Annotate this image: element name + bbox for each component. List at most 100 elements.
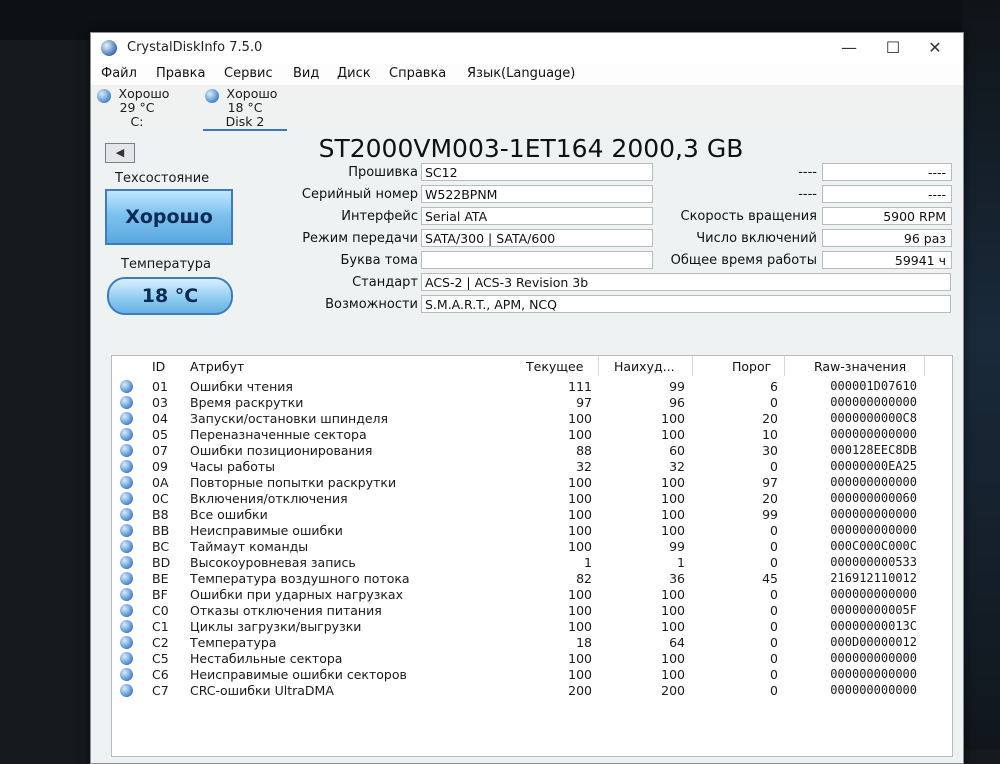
attribute-id: C1: [152, 619, 169, 634]
table-row[interactable]: 04 Запуски/остановки шпинделя 100 100 20 0000…: [112, 410, 952, 426]
attribute-name: Включения/отключения: [190, 491, 348, 506]
table-row[interactable]: C7 CRC-ошибки UltraDMA 200 200 0 000000000000: [112, 682, 952, 698]
table-row[interactable]: BC Таймаут команды 100 99 0 000C000C000C: [112, 538, 952, 554]
attribute-threshold: 20: [762, 491, 778, 506]
attribute-current: 111: [568, 379, 592, 394]
menu-edit[interactable]: Правка: [156, 66, 205, 81]
attribute-worst: 36: [669, 571, 685, 586]
disk-tab-temp: 18 °C: [227, 100, 263, 115]
menu-help[interactable]: Справка: [389, 66, 446, 81]
table-row[interactable]: BF Ошибки при ударных нагрузках 100 100 0 000…: [112, 586, 952, 602]
attribute-name: Температура воздушного потока: [190, 571, 410, 586]
column-header-worst[interactable]: Наихуд...: [614, 359, 675, 374]
disk-tab-disk2[interactable]: Хорошо 18 °C Disk 2: [203, 87, 287, 131]
status-good-icon: [120, 508, 133, 521]
health-label: Техсостояние: [115, 171, 210, 186]
attribute-name: Повторные попытки раскрутки: [190, 475, 397, 490]
table-row[interactable]: C6 Неисправимые ошибки секторов 100 100 0 000…: [112, 666, 952, 682]
attribute-raw: 000000000000: [830, 475, 917, 489]
stat-placeholder-2-label: ----: [798, 187, 817, 202]
menu-view[interactable]: Вид: [293, 66, 319, 81]
crystaldiskinfo-window: CrystalDiskInfo 7.5.0 — ☐ ✕ Файл Правка …: [90, 32, 964, 764]
attribute-current: 100: [568, 667, 592, 682]
table-row[interactable]: 03 Время раскрутки 97 96 0 000000000000: [112, 394, 952, 410]
column-header-raw[interactable]: Raw-значения: [814, 359, 906, 374]
attribute-threshold: 0: [770, 651, 778, 666]
table-row[interactable]: 09 Часы работы 32 32 0 00000000EA25: [112, 458, 952, 474]
menu-file[interactable]: Файл: [101, 66, 137, 81]
attribute-worst: 100: [661, 507, 685, 522]
disk-tab-name: Disk 2: [225, 114, 265, 129]
attribute-current: 200: [568, 683, 592, 698]
attribute-raw: 00000000013C: [830, 619, 917, 633]
attribute-raw: 216912110012: [830, 571, 917, 585]
column-header-id[interactable]: ID: [152, 359, 165, 374]
status-good-icon: [120, 428, 133, 441]
attribute-id: BB: [152, 523, 170, 538]
maximize-button[interactable]: ☐: [871, 35, 915, 61]
table-row[interactable]: 07 Ошибки позиционирования 88 60 30 000128EEC…: [112, 442, 952, 458]
status-good-icon: [120, 572, 133, 585]
table-row[interactable]: C2 Температура 18 64 0 000D00000012: [112, 634, 952, 650]
attribute-threshold: 0: [770, 395, 778, 410]
previous-disk-button[interactable]: ◀: [105, 143, 135, 163]
attribute-name: Неисправимые ошибки секторов: [190, 667, 407, 682]
attribute-threshold: 0: [770, 683, 778, 698]
attribute-raw: 000000000000: [830, 587, 917, 601]
attribute-id: 05: [152, 427, 168, 442]
attribute-id: 0A: [152, 475, 169, 490]
menu-service[interactable]: Сервис: [224, 66, 273, 81]
features-value: S.M.A.R.T., APM, NCQ: [421, 295, 951, 313]
attribute-threshold: 0: [770, 523, 778, 538]
attribute-id: B8: [152, 507, 169, 522]
attribute-current: 1: [584, 555, 592, 570]
temperature-button[interactable]: 18 °C: [107, 277, 233, 315]
menu-language[interactable]: Язык(Language): [467, 66, 575, 81]
attribute-raw: 000000000000: [830, 507, 917, 521]
status-good-icon: [120, 460, 133, 473]
table-row[interactable]: 0C Включения/отключения 100 100 20 0000000000…: [112, 490, 952, 506]
health-status-button[interactable]: Хорошо: [105, 189, 233, 245]
attribute-raw: 000000000000: [830, 667, 917, 681]
attribute-threshold: 20: [762, 411, 778, 426]
attribute-worst: 100: [661, 603, 685, 618]
table-row[interactable]: 01 Ошибки чтения 111 99 6 000001D07610: [112, 378, 952, 394]
smart-attributes-table[interactable]: ID Атрибут Текущее Наихуд... Порог Raw-з…: [111, 355, 953, 757]
attribute-id: 01: [152, 379, 168, 394]
table-row[interactable]: C1 Циклы загрузки/выгрузки 100 100 0 00000000…: [112, 618, 952, 634]
table-row[interactable]: BE Температура воздушного потока 82 36 45 216…: [112, 570, 952, 586]
attribute-raw: 00000000005F: [830, 603, 917, 617]
attribute-current: 32: [576, 459, 592, 474]
table-row[interactable]: 0A Повторные попытки раскрутки 100 100 97 000…: [112, 474, 952, 490]
standard-label: Стандарт: [352, 275, 418, 290]
close-button[interactable]: ✕: [913, 35, 957, 61]
attribute-threshold: 0: [770, 603, 778, 618]
attribute-name: Неисправимые ошибки: [190, 523, 343, 538]
column-header-attribute[interactable]: Атрибут: [190, 359, 244, 374]
table-row[interactable]: C0 Отказы отключения питания 100 100 0 000000…: [112, 602, 952, 618]
table-row[interactable]: BD Высокоуровневая запись 1 1 0 000000000533: [112, 554, 952, 570]
attribute-current: 100: [568, 491, 592, 506]
attribute-id: C2: [152, 635, 169, 650]
title-bar[interactable]: CrystalDiskInfo 7.5.0 — ☐ ✕: [91, 33, 963, 63]
column-header-current[interactable]: Текущее: [526, 359, 583, 374]
attribute-worst: 100: [661, 651, 685, 666]
disk-tab-name: C:: [130, 114, 144, 129]
menu-disk[interactable]: Диск: [337, 66, 371, 81]
column-header-threshold[interactable]: Порог: [732, 359, 771, 374]
attribute-current: 100: [568, 411, 592, 426]
attribute-id: BC: [152, 539, 170, 554]
table-row[interactable]: BB Неисправимые ошибки 100 100 0 000000000000: [112, 522, 952, 538]
table-row[interactable]: B8 Все ошибки 100 100 99 000000000000: [112, 506, 952, 522]
disk-tab-c[interactable]: Хорошо 29 °C C:: [95, 87, 179, 129]
attribute-threshold: 0: [770, 555, 778, 570]
table-row[interactable]: C5 Нестабильные сектора 100 100 0 00000000000…: [112, 650, 952, 666]
attribute-raw: 000000000060: [830, 491, 917, 505]
table-row[interactable]: 05 Переназначенные сектора 100 100 10 0000000…: [112, 426, 952, 442]
attribute-current: 100: [568, 603, 592, 618]
power-on-count-label: Число включений: [696, 231, 817, 246]
status-good-icon: [120, 524, 133, 537]
minimize-button[interactable]: —: [827, 35, 871, 61]
attribute-name: Отказы отключения питания: [190, 603, 382, 618]
attribute-worst: 99: [669, 539, 685, 554]
